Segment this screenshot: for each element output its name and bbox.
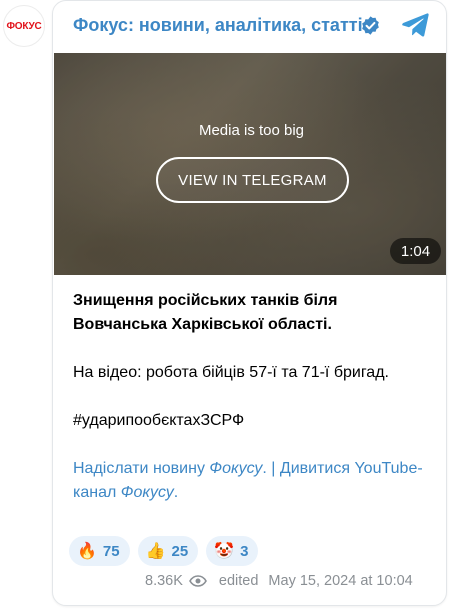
reaction-clown[interactable]: 🤡 3 (206, 536, 259, 566)
channel-avatar[interactable]: ФОКУС (3, 5, 45, 47)
verified-check-icon (362, 16, 379, 35)
link-separator: | (266, 460, 280, 477)
post-header: Фокус: новини, аналітика, статті (53, 1, 446, 51)
eye-icon (188, 575, 207, 587)
avatar-label: ФОКУС (6, 20, 42, 32)
post-paragraph: На відео: робота бійців 57-ї та 71-ї бри… (73, 364, 389, 381)
reaction-count: 25 (171, 542, 189, 560)
clown-icon: 🤡 (214, 541, 235, 560)
post-title: Знищення російських танків біля Вовчансь… (73, 292, 338, 333)
reactions-bar: 🔥 75 👍 25 🤡 3 (69, 536, 259, 566)
reaction-thumbs-up[interactable]: 👍 25 (137, 536, 199, 566)
post-links: Надіслати новину Фокусу. | Дивитися YouT… (73, 457, 433, 505)
post-timestamp[interactable]: May 15, 2024 at 10:04 (268, 573, 412, 589)
post-text: Знищення російських танків біля Вовчансь… (73, 289, 433, 505)
telegram-icon[interactable] (400, 12, 430, 38)
thumbs-up-icon: 👍 (145, 541, 166, 560)
reaction-fire[interactable]: 🔥 75 (69, 536, 130, 566)
fire-icon: 🔥 (77, 541, 97, 560)
post-card: Фокус: новини, аналітика, статті Media i… (52, 0, 447, 606)
post-hashtag[interactable]: #ударипообєктахЗСРФ (73, 409, 433, 433)
view-count: 8.36K (145, 573, 183, 589)
edited-label: edited (218, 573, 259, 589)
channel-name[interactable]: Фокус: новини, аналітика, статті (73, 15, 363, 36)
video-preview[interactable]: Media is too big VIEW IN TELEGRAM 1:04 (54, 53, 446, 275)
view-in-telegram-button[interactable]: VIEW IN TELEGRAM (156, 157, 349, 203)
send-news-link[interactable]: Надіслати новину Фокусу. (73, 460, 267, 477)
reaction-count: 3 (240, 542, 249, 560)
post-meta: 8.36K edited May 15, 2024 at 10:04 (145, 573, 413, 589)
reaction-count: 75 (102, 542, 120, 560)
video-duration-badge: 1:04 (390, 238, 441, 264)
media-too-big-notice: Media is too big (198, 122, 305, 139)
